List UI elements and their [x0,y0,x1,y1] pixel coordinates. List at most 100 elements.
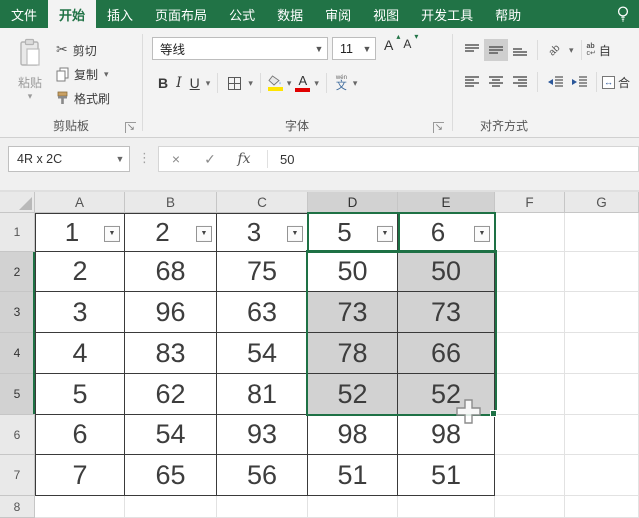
cell-G6[interactable] [565,415,639,455]
orientation-dropdown-arrow[interactable]: ▾ [567,45,576,56]
tab-insert[interactable]: 插入 [96,0,144,28]
align-middle-button[interactable] [484,39,508,61]
cell-F3[interactable] [495,292,565,333]
decrease-font-size-button[interactable]: A ▾ [403,32,418,51]
cell-D2[interactable]: 50 [308,252,398,292]
borders-dropdown-arrow[interactable]: ▾ [246,78,255,89]
cell-B8[interactable] [125,496,217,518]
cell-G3[interactable] [565,292,639,333]
clipboard-dialog-launcher[interactable]: ↘ [124,122,136,133]
cell-E4[interactable]: 66 [398,333,495,374]
cell-C5[interactable]: 81 [217,374,308,415]
cell-B4[interactable]: 83 [125,333,217,374]
row-header-7[interactable]: 7 [0,455,35,496]
paste-button[interactable]: 粘贴 ▾ [8,38,52,116]
cell-F6[interactable] [495,415,565,455]
tab-data[interactable]: 数据 [266,0,314,28]
font-size-combo[interactable]: 11 ▼ [332,37,376,60]
align-top-button[interactable] [460,39,484,61]
cancel-button[interactable]: × [159,151,193,167]
tab-page-layout[interactable]: 页面布局 [144,0,218,28]
cell-A8[interactable] [35,496,125,518]
filter-button-D1[interactable]: ▼ [377,225,393,242]
orientation-button[interactable]: ab [543,39,567,61]
font-dialog-launcher[interactable]: ↘ [432,122,444,133]
fill-color-dropdown-arrow[interactable]: ▾ [285,78,294,89]
align-right-button[interactable] [508,71,532,93]
phonetic-guide-button[interactable]: wén 文 [332,71,351,95]
cell-G8[interactable] [565,496,639,518]
cell-A5[interactable]: 5 [35,374,125,415]
name-box-dropdown-arrow[interactable]: ▼ [111,154,129,164]
cell-B2[interactable]: 68 [125,252,217,292]
cell-B5[interactable]: 62 [125,374,217,415]
tab-home[interactable]: 开始 [48,0,97,28]
cell-B6[interactable]: 54 [125,415,217,455]
cell-C6[interactable]: 93 [217,415,308,455]
copy-dropdown-arrow[interactable]: ▾ [104,69,109,80]
underline-button[interactable]: U [186,71,204,95]
col-header-F[interactable]: F [495,192,565,213]
cell-E6[interactable]: 98 [398,415,495,455]
cell-F5[interactable] [495,374,565,415]
insert-function-button[interactable]: fx [227,151,261,167]
borders-button[interactable] [223,71,246,95]
cell-D5[interactable]: 52 [308,374,398,415]
col-header-E[interactable]: E [398,192,495,213]
increase-font-size-button[interactable]: A ▴ [384,32,400,53]
cell-E7[interactable]: 51 [398,455,495,496]
format-painter-button[interactable]: 格式刷 [56,88,110,108]
tell-me-lightbulb-icon[interactable] [615,0,631,28]
cell-F7[interactable] [495,455,565,496]
filter-button-C1[interactable]: ▼ [287,225,303,242]
font-color-button[interactable]: A [293,71,312,95]
tab-formulas[interactable]: 公式 [218,0,266,28]
filter-button-B1[interactable]: ▼ [196,225,212,242]
col-header-D[interactable]: D [308,192,398,213]
cell-E8[interactable] [398,496,495,518]
cell-B1[interactable]: 2 ▼ [125,213,217,252]
col-header-B[interactable]: B [125,192,217,213]
formula-bar-drag-handle[interactable]: ⋮ [138,150,151,166]
tab-review[interactable]: 审阅 [314,0,362,28]
cell-F2[interactable] [495,252,565,292]
name-box[interactable]: 4R x 2C ▼ [8,146,130,172]
cell-B7[interactable]: 65 [125,455,217,496]
enter-button[interactable]: ✓ [193,151,227,168]
merge-center-button[interactable]: ↔ 合 [602,74,630,91]
cell-C1[interactable]: 3 ▼ [217,213,308,252]
font-name-dropdown-arrow[interactable]: ▼ [311,44,327,54]
row-header-6[interactable]: 6 [0,415,35,455]
cell-A7[interactable]: 7 [35,455,125,496]
cell-E1[interactable]: 6 ▼ [398,213,495,252]
filter-button-A1[interactable]: ▼ [104,225,120,242]
tab-help[interactable]: 帮助 [484,0,532,28]
font-name-combo[interactable]: 等线 ▼ [152,37,328,60]
cell-A4[interactable]: 4 [35,333,125,374]
row-header-1[interactable]: 1 [0,213,35,252]
row-header-8[interactable]: 8 [0,496,35,518]
cell-C4[interactable]: 54 [217,333,308,374]
formula-input[interactable]: 50 [274,152,294,167]
cell-G7[interactable] [565,455,639,496]
cell-F4[interactable] [495,333,565,374]
cell-D1[interactable]: 5 ▼ [308,213,398,252]
cell-A2[interactable]: 2 [35,252,125,292]
cell-E5[interactable]: 52 [398,374,495,415]
align-left-button[interactable] [460,71,484,93]
paste-dropdown-arrow[interactable]: ▾ [8,91,52,102]
fill-color-button[interactable] [266,71,285,95]
cell-C8[interactable] [217,496,308,518]
cell-D4[interactable]: 78 [308,333,398,374]
filter-button-E1[interactable]: ▼ [474,225,490,242]
cell-E3[interactable]: 73 [398,292,495,333]
cell-E2[interactable]: 50 [398,252,495,292]
cell-G2[interactable] [565,252,639,292]
select-all-corner[interactable] [0,192,35,213]
cell-G5[interactable] [565,374,639,415]
cell-D6[interactable]: 98 [308,415,398,455]
cell-C3[interactable]: 63 [217,292,308,333]
col-header-A[interactable]: A [35,192,125,213]
row-header-5[interactable]: 5 [0,374,35,415]
col-header-C[interactable]: C [217,192,308,213]
